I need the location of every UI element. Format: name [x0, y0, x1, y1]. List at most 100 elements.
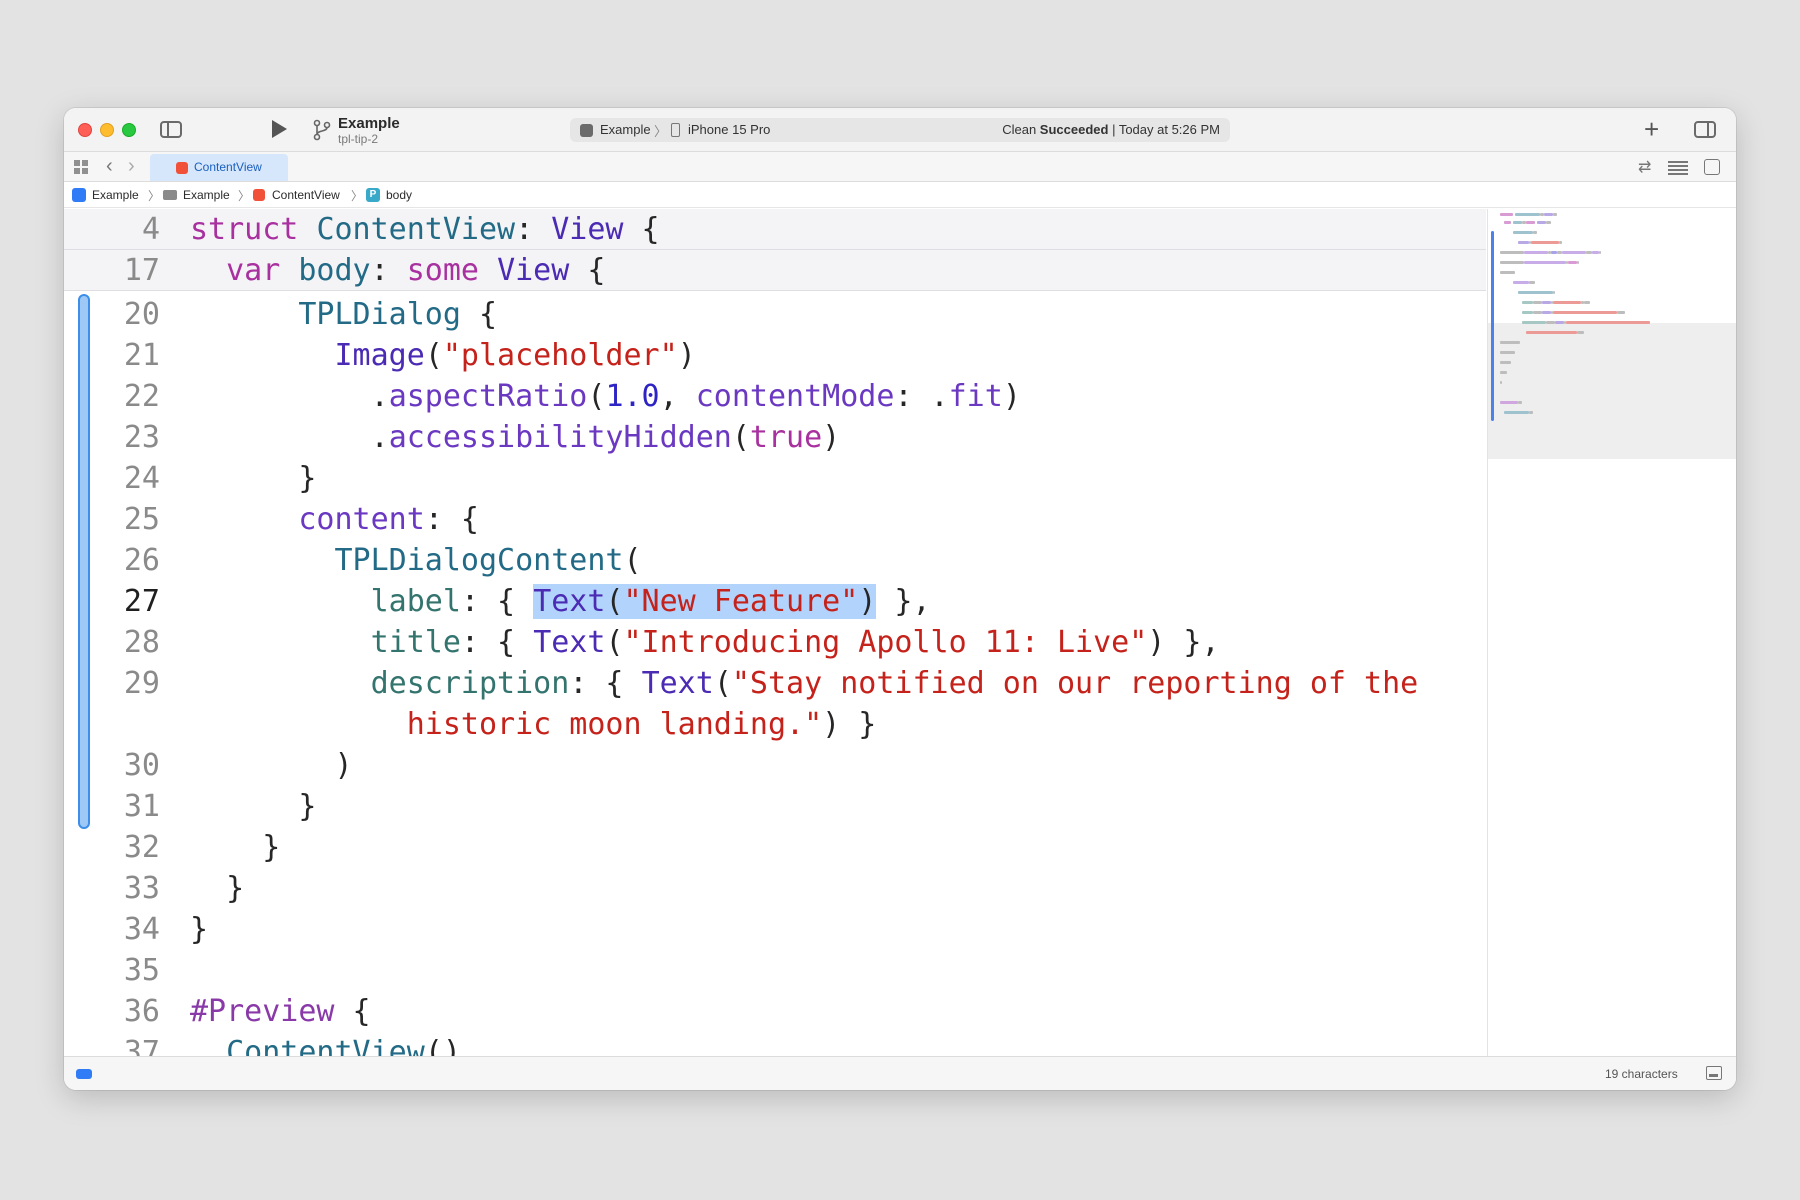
code-text[interactable]: #Preview {	[190, 991, 371, 1032]
zoom-window-button[interactable]	[122, 123, 136, 137]
code-line[interactable]: 29 description: { Text("Stay notified on…	[64, 663, 1486, 704]
line-number[interactable]: 28	[104, 622, 160, 663]
line-number[interactable]: 29	[104, 663, 160, 704]
code-text[interactable]: var body: some View {	[190, 250, 605, 291]
project-name[interactable]: Example	[338, 115, 400, 132]
code-text[interactable]: )	[190, 745, 352, 786]
code-line[interactable]: 27 label: { Text("New Feature") },	[64, 581, 1486, 622]
code-line[interactable]: 24 }	[64, 458, 1486, 499]
code-line[interactable]: 25 content: {	[64, 499, 1486, 540]
line-number[interactable]: 22	[104, 376, 160, 417]
debug-area-toggle-icon[interactable]	[1706, 1066, 1722, 1080]
code-line[interactable]: 33 }	[64, 868, 1486, 909]
code-line[interactable]: historic moon landing.") }	[64, 704, 1486, 745]
line-number[interactable]: 32	[104, 827, 160, 868]
code-token: TPLDialogContent	[334, 543, 624, 578]
code-line[interactable]: 20 TPLDialog {	[64, 294, 1486, 335]
code-token: },	[876, 584, 931, 619]
code-line[interactable]: 32 }	[64, 827, 1486, 868]
line-number[interactable]: 20	[104, 294, 160, 335]
code-text[interactable]: }	[190, 827, 280, 868]
minimap-code-mark	[1513, 221, 1522, 224]
line-number[interactable]: 34	[104, 909, 160, 950]
code-text[interactable]: Image("placeholder")	[190, 335, 696, 376]
sticky-code-line[interactable]: 4 struct ContentView: View {	[64, 209, 1486, 250]
code-text[interactable]: label: { Text("New Feature") },	[190, 581, 931, 622]
code-line[interactable]: 30 )	[64, 745, 1486, 786]
build-status: Clean Succeeded | Today at 5:26 PM	[1002, 122, 1220, 137]
code-text[interactable]: ContentView()	[190, 1032, 461, 1056]
code-text[interactable]: .accessibilityHidden(true)	[190, 417, 841, 458]
code-line[interactable]: 35	[64, 950, 1486, 991]
source-editor[interactable]: 20 TPLDialog {21 Image("placeholder") 22 …	[64, 209, 1486, 1056]
code-text[interactable]: description: { Text("Stay notified on ou…	[190, 663, 1419, 704]
close-window-button[interactable]	[78, 123, 92, 137]
breadcrumb-item-symbol[interactable]: body	[386, 188, 412, 202]
line-number[interactable]: 25	[104, 499, 160, 540]
code-text[interactable]: }	[190, 458, 316, 499]
line-number[interactable]: 30	[104, 745, 160, 786]
add-library-button[interactable]: +	[1644, 114, 1659, 144]
code-text[interactable]: title: { Text("Introducing Apollo 11: Li…	[190, 622, 1220, 663]
swap-arrows-icon[interactable]: ⇄	[1638, 157, 1651, 177]
sidebar-toggle-icon[interactable]	[160, 121, 182, 138]
chevron-right-icon[interactable]: ›	[128, 155, 135, 177]
code-line[interactable]: 31 }	[64, 786, 1486, 827]
code-line[interactable]: 22 .aspectRatio(1.0, contentMode: .fit)	[64, 376, 1486, 417]
device-selector[interactable]: iPhone 15 Pro	[688, 122, 770, 137]
code-line[interactable]: 28 title: { Text("Introducing Apollo 11:…	[64, 622, 1486, 663]
minimap-code-mark	[1559, 241, 1562, 244]
code-line[interactable]: 36 #Preview {	[64, 991, 1486, 1032]
editor-options-icon[interactable]	[1668, 161, 1688, 175]
branch-icon	[313, 119, 331, 141]
minimap-code-mark	[1513, 281, 1529, 284]
code-text[interactable]: struct ContentView: View {	[190, 209, 660, 250]
xcode-window: Example tpl-tip-2 Example 〉 iPhone 15 Pr…	[64, 108, 1736, 1090]
code-text[interactable]: }	[190, 786, 316, 827]
line-number[interactable]: 35	[104, 950, 160, 991]
sticky-code-line[interactable]: 17 var body: some View {	[64, 250, 1486, 291]
code-text[interactable]: TPLDialogContent(	[190, 540, 642, 581]
line-number[interactable]: 21	[104, 335, 160, 376]
code-text[interactable]: }	[190, 868, 244, 909]
breakpoints-toggle-icon[interactable]	[76, 1069, 92, 1079]
minimap-visible-region[interactable]	[1488, 323, 1736, 459]
line-number[interactable]: 24	[104, 458, 160, 499]
breadcrumb-item-project[interactable]: Example	[92, 188, 139, 202]
code-text[interactable]: historic moon landing.") }	[190, 704, 877, 745]
line-number[interactable]: 23	[104, 417, 160, 458]
chevron-left-icon[interactable]: ‹	[106, 155, 113, 177]
code-text[interactable]: TPLDialog {	[190, 294, 497, 335]
line-number[interactable]: 27	[104, 581, 160, 622]
code-line[interactable]: 26 TPLDialogContent(	[64, 540, 1486, 581]
related-items-icon[interactable]	[74, 160, 88, 174]
code-line[interactable]: 21 Image("placeholder")	[64, 335, 1486, 376]
line-number[interactable]: 31	[104, 786, 160, 827]
code-text[interactable]: .aspectRatio(1.0, contentMode: .fit)	[190, 376, 1021, 417]
minimap-code-mark	[1541, 301, 1551, 304]
tab-bar: ‹ › ContentView ⇄	[64, 152, 1736, 182]
minimap-code-mark	[1566, 321, 1650, 324]
line-number[interactable]: 17	[104, 250, 160, 291]
line-number[interactable]: 4	[104, 209, 160, 250]
scheme-selector[interactable]: Example	[600, 122, 651, 137]
line-number[interactable]: 37	[104, 1032, 160, 1056]
add-editor-icon[interactable]	[1704, 159, 1720, 175]
code-line[interactable]: 37 ContentView()	[64, 1032, 1486, 1056]
breadcrumb-item-file[interactable]: ContentView	[272, 188, 340, 202]
minimap[interactable]	[1487, 209, 1736, 1056]
run-button[interactable]	[272, 120, 287, 138]
inspector-toggle-icon[interactable]	[1694, 121, 1716, 138]
line-number[interactable]: 33	[104, 868, 160, 909]
minimap-code-mark	[1515, 213, 1540, 216]
code-text[interactable]: content: {	[190, 499, 479, 540]
code-text[interactable]: }	[190, 909, 208, 950]
tab-contentview[interactable]: ContentView	[150, 154, 288, 181]
breadcrumb-item-group[interactable]: Example	[183, 188, 230, 202]
line-number[interactable]: 36	[104, 991, 160, 1032]
line-number[interactable]: 26	[104, 540, 160, 581]
code-token: aspectRatio	[388, 379, 588, 414]
minimize-window-button[interactable]	[100, 123, 114, 137]
code-line[interactable]: 34}	[64, 909, 1486, 950]
code-line[interactable]: 23 .accessibilityHidden(true)	[64, 417, 1486, 458]
